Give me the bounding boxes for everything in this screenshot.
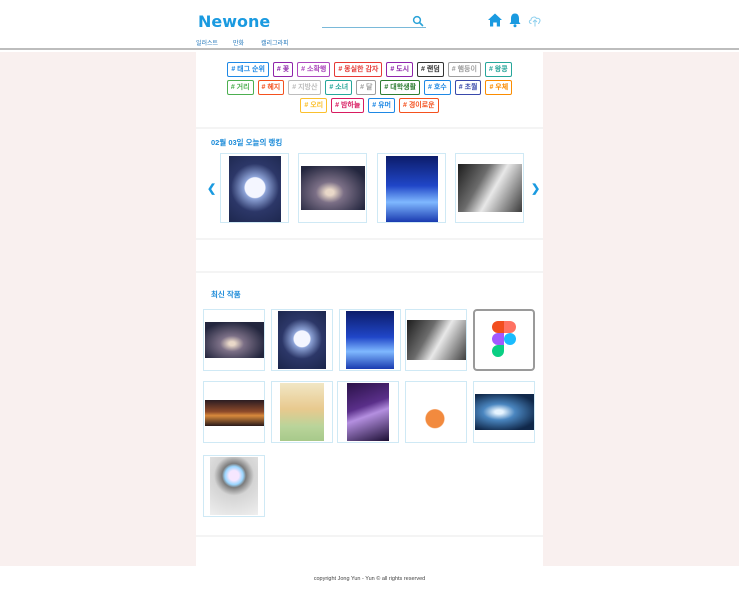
artwork-card[interactable] — [203, 309, 265, 371]
artwork-card[interactable] — [203, 381, 265, 443]
tag-chip[interactable]: # 밤하늘 — [331, 98, 365, 113]
tag-chip[interactable]: # 헤지 — [257, 80, 285, 95]
tag-chip[interactable]: # 우체 — [485, 80, 513, 95]
bell-icon[interactable] — [507, 12, 523, 28]
artwork-monochrome-figure — [458, 164, 522, 212]
tag-chip[interactable]: # 경이로운 — [399, 98, 439, 113]
artwork-thumb — [205, 322, 264, 358]
artwork-card[interactable] — [271, 381, 333, 443]
tag-chip[interactable]: # 지방산 — [288, 80, 322, 95]
chevron-left-icon[interactable]: ❮ — [207, 182, 216, 195]
tag-chip[interactable]: # 소확행 — [297, 62, 331, 77]
artwork-thumb — [205, 400, 264, 426]
divider — [196, 127, 543, 129]
artwork-thumb — [346, 311, 394, 369]
tag-chip[interactable]: # 초월 — [454, 80, 482, 95]
tag-chip[interactable]: # 햄둥이 — [447, 62, 481, 77]
artwork-thumb — [475, 394, 534, 430]
figma-logo-icon — [492, 321, 516, 357]
artwork-card[interactable] — [203, 455, 265, 517]
tag-chip[interactable]: # 유머 — [368, 98, 395, 113]
tag-chip[interactable]: # 꽃 — [272, 62, 294, 77]
search-icon[interactable] — [412, 15, 424, 27]
right-background — [543, 52, 739, 566]
divider — [196, 238, 543, 240]
search-bar — [322, 15, 426, 28]
artwork-card[interactable] — [405, 381, 467, 443]
artwork-card[interactable] — [405, 309, 467, 371]
latest-title: 최신 작품 — [211, 290, 241, 299]
tag-cloud: # 태그 순위 # 꽃 # 소확행 # 몽실한 감자 # 도시 # 랜덤 # 햄둥이 # 왕콩… — [212, 62, 527, 113]
tag-chip[interactable]: # 오리 — [300, 98, 328, 113]
tag-chip[interactable]: # 대학생활 — [380, 80, 421, 95]
nav-comic[interactable]: 만화 — [233, 38, 244, 47]
site-header: Newone 일러스트 만화 캘리그라피 — [0, 0, 739, 50]
tag-chip[interactable]: # 랜덤 — [417, 62, 444, 77]
artwork-card[interactable] — [337, 381, 399, 443]
nav-illust[interactable]: 일러스트 — [196, 38, 218, 47]
artwork-thumb — [280, 383, 324, 441]
chevron-right-icon[interactable]: ❯ — [531, 182, 540, 195]
artwork-card[interactable] — [473, 381, 535, 443]
tag-chip[interactable]: # 왕콩 — [484, 62, 512, 77]
ranking-card[interactable] — [455, 153, 524, 223]
tag-chip[interactable]: # 달 — [356, 80, 377, 95]
ranking-title: 02월 03일 오늘의 랭킹 — [211, 138, 283, 147]
ranking-card[interactable] — [298, 153, 367, 223]
artwork-thumb — [278, 311, 326, 369]
tag-chip[interactable]: # 태그 순위 — [227, 62, 269, 77]
tag-chip[interactable]: # 호수 — [424, 80, 451, 95]
divider — [196, 535, 543, 537]
artwork-thumb — [410, 384, 462, 440]
divider — [196, 271, 543, 273]
tag-chip[interactable]: # 몽실한 감자 — [334, 62, 383, 77]
artwork-thumb — [407, 320, 466, 360]
artwork-thumb — [210, 457, 258, 515]
artwork-night-blossom — [301, 166, 365, 210]
ranking-card[interactable] — [220, 153, 289, 223]
artwork-blue-castle — [386, 156, 438, 222]
artwork-thumb — [347, 383, 389, 441]
search-input[interactable] — [322, 15, 410, 27]
ranking-card[interactable] — [377, 153, 446, 223]
nav-calligraphy[interactable]: 캘리그라피 — [261, 38, 289, 47]
tag-chip[interactable]: # 도시 — [386, 62, 414, 77]
tag-chip[interactable]: # 거리 — [226, 80, 254, 95]
artwork-card[interactable] — [339, 309, 401, 371]
logo[interactable]: Newone — [198, 12, 270, 31]
artwork-card[interactable] — [271, 309, 333, 371]
artwork-moon-girl — [229, 156, 281, 222]
copyright-text: copyright Jong Yun - Yun © all rights re… — [313, 576, 426, 582]
artwork-card-selected[interactable] — [473, 309, 535, 371]
tag-chip[interactable]: # 소녀 — [325, 80, 353, 95]
site-footer: copyright Jong Yun - Yun © all rights re… — [0, 566, 739, 601]
home-icon[interactable] — [487, 12, 503, 28]
upload-icon[interactable] — [527, 12, 543, 28]
left-background — [0, 52, 196, 566]
